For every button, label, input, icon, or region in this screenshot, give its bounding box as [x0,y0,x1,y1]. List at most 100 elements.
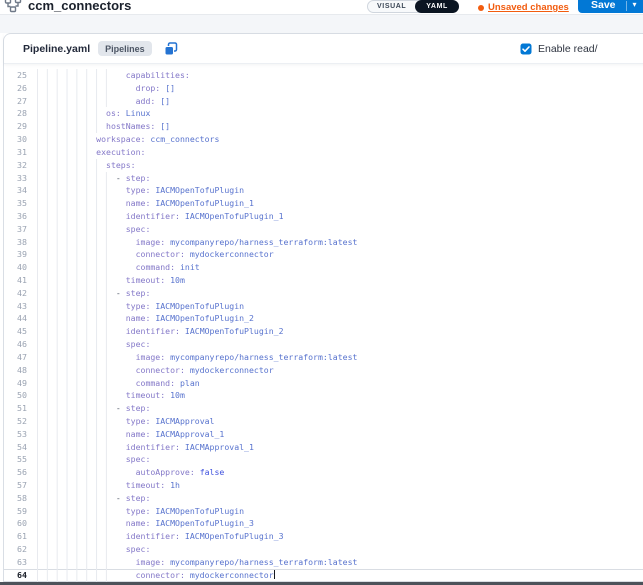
code-text: - step: [37,172,150,185]
line-number: 40 [4,261,27,274]
line-number: 55 [4,453,27,466]
code-line[interactable]: 58 - step: [4,492,643,505]
code-line[interactable]: 28 os: Linux [4,107,643,120]
unsaved-changes-link[interactable]: Unsaved changes [488,2,569,13]
indent-guides [37,248,111,261]
line-number: 63 [4,556,27,569]
line-number: 52 [4,415,27,428]
code-line[interactable]: 40 command: init [4,261,643,274]
code-line[interactable]: 36 identifier: IACMOpenTofuPlugin_1 [4,210,643,223]
code-line[interactable]: 48 connector: mydockerconnector [4,364,643,377]
code-line[interactable]: 47 image: mycompanyrepo/harness_terrafor… [4,351,643,364]
code-text: - step: [37,492,150,505]
indent-guides [37,95,111,108]
code-line[interactable]: 64 connector: mydockerconnector [4,569,643,582]
code-line[interactable]: 55 spec: [4,453,643,466]
code-text: hostNames: [] [37,120,170,133]
code-line[interactable]: 54 identifier: IACMApproval_1 [4,441,643,454]
code-line[interactable]: 43 type: IACMOpenTofuPlugin [4,300,643,313]
indent-guides [37,120,101,133]
indent-guides [37,389,111,402]
checkbox-checked-icon[interactable] [520,43,532,55]
code-text: execution: [37,146,145,159]
code-text: name: IACMOpenTofuPlugin_1 [37,197,254,210]
code-text: spec: [37,543,150,556]
line-number: 38 [4,236,27,249]
code-line[interactable]: 46 spec: [4,338,643,351]
code-line[interactable]: 31 execution: [4,146,643,159]
code-line[interactable]: 59 type: IACMOpenTofuPlugin [4,505,643,518]
code-text: workspace: ccm_connectors [37,133,219,146]
code-line[interactable]: 61 identifier: IACMOpenTofuPlugin_3 [4,530,643,543]
save-split-button[interactable]: Save ▾ [578,0,643,13]
indent-guides [37,517,111,530]
code-line[interactable]: 49 command: plan [4,377,643,390]
code-text: image: mycompanyrepo/harness_terraform:l… [37,556,357,569]
code-line[interactable]: 42 - step: [4,287,643,300]
code-line[interactable]: 57 timeout: 1h [4,479,643,492]
indent-guides [37,184,111,197]
code-line[interactable]: 44 name: IACMOpenTofuPlugin_2 [4,312,643,325]
chevron-down-icon[interactable]: ▾ [627,1,643,9]
enable-read-toggle[interactable]: Enable read/ [520,34,598,63]
editor-toolbar: Pipeline.yaml Pipelines Enable read/ [4,34,643,64]
top-bar: ccm_connectors VISUAL YAML Unsaved chang… [0,0,643,15]
indent-guides [37,543,111,556]
indent-guides [37,107,101,120]
unsaved-changes: Unsaved changes [478,2,569,13]
line-number: 36 [4,210,27,223]
code-line[interactable]: 50 timeout: 10m [4,389,643,402]
code-line[interactable]: 53 name: IACMApproval_1 [4,428,643,441]
pipeline-icon [4,0,22,15]
code-text: name: IACMApproval_1 [37,428,224,441]
indent-guides [37,236,111,249]
code-line[interactable]: 35 name: IACMOpenTofuPlugin_1 [4,197,643,210]
line-number: 47 [4,351,27,364]
save-button[interactable]: Save [578,0,626,11]
code-line[interactable]: 34 type: IACMOpenTofuPlugin [4,184,643,197]
code-line[interactable]: 51 - step: [4,402,643,415]
indent-guides [37,69,111,82]
code-line[interactable]: 29 hostNames: [] [4,120,643,133]
code-text: spec: [37,453,150,466]
code-line[interactable]: 38 image: mycompanyrepo/harness_terrafor… [4,236,643,249]
pipelines-tag: Pipelines [98,41,152,56]
code-line[interactable]: 26 drop: [] [4,82,643,95]
code-text: command: init [37,261,200,274]
code-line[interactable]: 60 name: IACMOpenTofuPlugin_3 [4,517,643,530]
code-line[interactable]: 37 spec: [4,223,643,236]
yaml-toggle-button[interactable]: YAML [415,0,459,13]
code-line[interactable]: 32 steps: [4,159,643,172]
enable-read-label: Enable read/ [538,43,598,55]
code-text: timeout: 1h [37,479,180,492]
line-number: 43 [4,300,27,313]
code-line[interactable]: 33 - step: [4,172,643,185]
code-line[interactable]: 41 timeout: 10m [4,274,643,287]
copy-icon[interactable] [164,42,178,56]
code-line[interactable]: 30 workspace: ccm_connectors [4,133,643,146]
yaml-code-editor[interactable]: 25 capabilities:26 drop: []27 add: []28 … [4,64,643,582]
code-line[interactable]: 39 connector: mydockerconnector [4,248,643,261]
indent-guides [37,133,91,146]
code-text: image: mycompanyrepo/harness_terraform:l… [37,351,357,364]
line-number: 58 [4,492,27,505]
code-line[interactable]: 63 image: mycompanyrepo/harness_terrafor… [4,556,643,569]
line-number: 28 [4,107,27,120]
line-number: 62 [4,543,27,556]
code-line[interactable]: 25 capabilities: [4,69,643,82]
code-line[interactable]: 52 type: IACMApproval [4,415,643,428]
code-line[interactable]: 45 identifier: IACMOpenTofuPlugin_2 [4,325,643,338]
code-text: type: IACMApproval [37,415,214,428]
indent-guides [37,428,111,441]
indent-guides [37,172,111,185]
code-line[interactable]: 27 add: [] [4,95,643,108]
line-number: 35 [4,197,27,210]
line-number: 44 [4,312,27,325]
line-number: 46 [4,338,27,351]
indent-guides [37,569,111,582]
visual-toggle-button[interactable]: VISUAL [368,3,415,10]
code-line[interactable]: 62 spec: [4,543,643,556]
text-cursor [274,570,275,579]
line-number: 45 [4,325,27,338]
code-line[interactable]: 56 autoApprove: false [4,466,643,479]
